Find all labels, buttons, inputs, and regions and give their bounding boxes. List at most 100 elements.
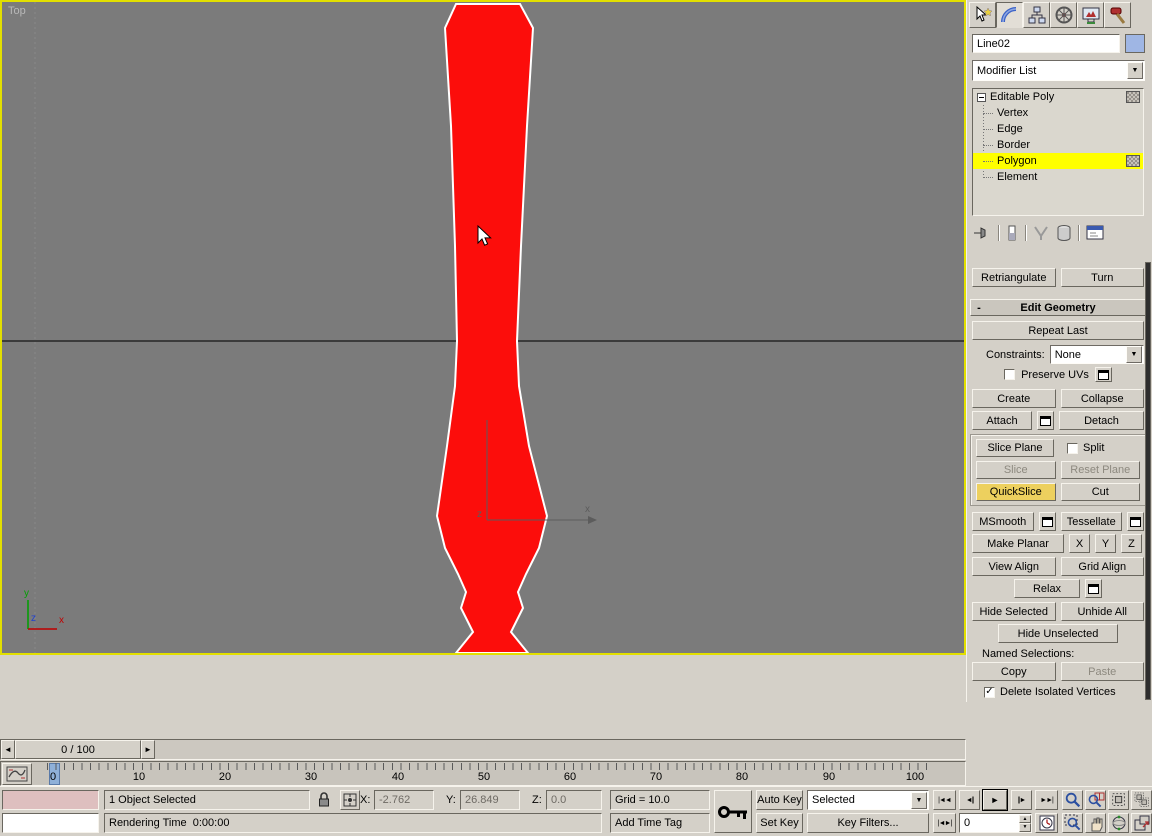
frame-spinner[interactable]: ▲▼ <box>1019 815 1031 832</box>
tab-utilities[interactable] <box>1104 2 1131 28</box>
object-color-swatch[interactable] <box>1125 34 1145 53</box>
add-time-tag-field[interactable]: Add Time Tag <box>610 813 710 833</box>
key-mode-dropdown[interactable]: Selected <box>807 790 929 810</box>
zoom-extents-all-button[interactable] <box>1131 790 1152 810</box>
go-to-end-button[interactable]: ►►| <box>1035 790 1058 810</box>
pan-button[interactable] <box>1085 813 1106 833</box>
make-planar-y-button[interactable]: Y <box>1095 534 1116 553</box>
hide-unselected-button[interactable]: Hide Unselected <box>998 624 1118 643</box>
track-bar[interactable]: 0 10 20 30 40 50 60 70 80 90 100 <box>0 761 966 786</box>
y-coord-field[interactable]: 26.849 <box>460 790 520 810</box>
viewport-label[interactable]: Top <box>8 5 26 17</box>
slice-button[interactable]: Slice <box>976 461 1056 479</box>
configure-modifier-sets-icon[interactable] <box>1085 224 1105 242</box>
relax-button[interactable]: Relax <box>1014 579 1080 598</box>
min-max-toggle-button[interactable] <box>1131 813 1152 833</box>
make-unique-icon[interactable] <box>1032 224 1050 242</box>
zoom-button[interactable] <box>1062 790 1083 810</box>
stack-item-border[interactable]: Border <box>973 137 1143 153</box>
time-slider-track[interactable]: ◄ 0 / 100 ► <box>0 739 966 760</box>
edit-geometry-rollout-header[interactable]: Edit Geometry <box>970 299 1146 316</box>
delete-isolated-vertices-checkbox[interactable] <box>984 687 995 698</box>
delete-isolated-row: Delete Isolated Vertices <box>972 686 1144 698</box>
slice-plane-button[interactable]: Slice Plane <box>976 439 1054 457</box>
key-mode-toggle-button[interactable]: |◄►| <box>933 813 956 833</box>
arc-rotate-button[interactable] <box>1108 813 1129 833</box>
tab-display[interactable] <box>1077 2 1104 28</box>
set-keys-button[interactable] <box>714 790 752 833</box>
key-filters-button[interactable]: Key Filters... <box>807 813 929 833</box>
stack-item-polygon-selected[interactable]: Polygon <box>973 153 1143 169</box>
create-button[interactable]: Create <box>972 389 1056 408</box>
cut-button[interactable]: Cut <box>1061 483 1141 501</box>
preserve-uvs-row: Preserve UVs <box>972 367 1144 382</box>
panel-scrollbar[interactable] <box>1145 262 1151 700</box>
unhide-all-button[interactable]: Unhide All <box>1061 602 1145 621</box>
zoom-extents-button[interactable] <box>1108 790 1129 810</box>
turn-button[interactable]: Turn <box>1061 268 1145 287</box>
hide-selected-button[interactable]: Hide Selected <box>972 602 1056 621</box>
absolute-offset-mode-button[interactable] <box>340 790 360 810</box>
set-key-button[interactable]: Set Key <box>756 813 803 833</box>
pin-stack-icon[interactable] <box>972 224 992 242</box>
next-frame-button[interactable]: ||► <box>1011 790 1032 810</box>
preserve-uvs-settings-button[interactable] <box>1095 367 1112 382</box>
preserve-uvs-checkbox[interactable] <box>1004 369 1015 380</box>
remove-modifier-icon[interactable] <box>1056 224 1072 242</box>
tab-motion[interactable] <box>1050 2 1077 28</box>
x-coord-field[interactable]: -2.762 <box>374 790 434 810</box>
play-button[interactable]: ► <box>983 790 1007 810</box>
stack-item-editable-poly[interactable]: Editable Poly <box>973 89 1143 105</box>
time-slider-handle[interactable]: 0 / 100 <box>15 740 141 759</box>
previous-frame-button[interactable]: ◄|| <box>959 790 980 810</box>
region-zoom-button[interactable] <box>1062 813 1083 833</box>
stack-item-vertex[interactable]: Vertex <box>973 105 1143 121</box>
make-planar-button[interactable]: Make Planar <box>972 534 1064 553</box>
object-name-field[interactable]: Line02 <box>972 34 1120 53</box>
view-align-button[interactable]: View Align <box>972 557 1056 576</box>
modifier-list-dropdown[interactable]: Modifier List <box>972 60 1145 81</box>
make-planar-z-button[interactable]: Z <box>1121 534 1142 553</box>
stack-item-element[interactable]: Element <box>973 169 1143 185</box>
top-viewport[interactable]: Top z x y x z <box>0 0 966 655</box>
split-checkbox[interactable] <box>1067 443 1078 454</box>
tab-modify[interactable] <box>996 2 1023 28</box>
selection-lock-toggle[interactable] <box>316 791 332 809</box>
open-mini-curve-editor-button[interactable] <box>2 763 32 785</box>
zoom-all-button[interactable] <box>1085 790 1106 810</box>
quickslice-button-active[interactable]: QuickSlice <box>976 483 1056 501</box>
attach-button[interactable]: Attach <box>972 411 1032 430</box>
time-back-arrow-button[interactable]: ◄ <box>1 740 15 759</box>
stack-item-edge[interactable]: Edge <box>973 121 1143 137</box>
collapse-button[interactable]: Collapse <box>1061 389 1145 408</box>
msmooth-button[interactable]: MSmooth <box>972 512 1034 531</box>
tessellate-button[interactable]: Tessellate <box>1061 512 1123 531</box>
repeat-last-button[interactable]: Repeat Last <box>972 321 1144 340</box>
time-forward-arrow-button[interactable]: ► <box>141 740 155 759</box>
time-configuration-button[interactable] <box>1035 813 1058 833</box>
grid-align-button[interactable]: Grid Align <box>1061 557 1145 576</box>
collapse-minus-icon[interactable] <box>977 93 986 102</box>
make-planar-x-button[interactable]: X <box>1069 534 1090 553</box>
paste-button[interactable]: Paste <box>1061 662 1145 681</box>
maxscript-mini-listener-pink[interactable] <box>2 790 99 810</box>
button-row: Hide Unselected <box>972 624 1144 643</box>
tab-create[interactable] <box>969 2 996 28</box>
current-frame-field[interactable]: 0▲▼ <box>959 813 1032 833</box>
auto-key-button[interactable]: Auto Key <box>756 790 803 810</box>
maxscript-mini-listener-white[interactable] <box>2 813 99 833</box>
constraints-dropdown[interactable]: None <box>1050 345 1144 364</box>
copy-button[interactable]: Copy <box>972 662 1056 681</box>
viewport-canvas[interactable]: z x y x z <box>2 2 964 653</box>
go-to-start-button[interactable]: |◄◄ <box>933 790 956 810</box>
show-end-result-icon[interactable] <box>1005 224 1019 242</box>
tab-hierarchy[interactable] <box>1023 2 1050 28</box>
msmooth-settings-button[interactable] <box>1039 512 1056 531</box>
attach-settings-button[interactable] <box>1037 411 1054 430</box>
z-coord-field[interactable]: 0.0 <box>546 790 602 810</box>
tessellate-settings-button[interactable] <box>1127 512 1144 531</box>
retriangulate-button[interactable]: Retriangulate <box>972 268 1056 287</box>
detach-button[interactable]: Detach <box>1059 411 1144 430</box>
relax-settings-button[interactable] <box>1085 579 1102 598</box>
reset-plane-button[interactable]: Reset Plane <box>1061 461 1141 479</box>
